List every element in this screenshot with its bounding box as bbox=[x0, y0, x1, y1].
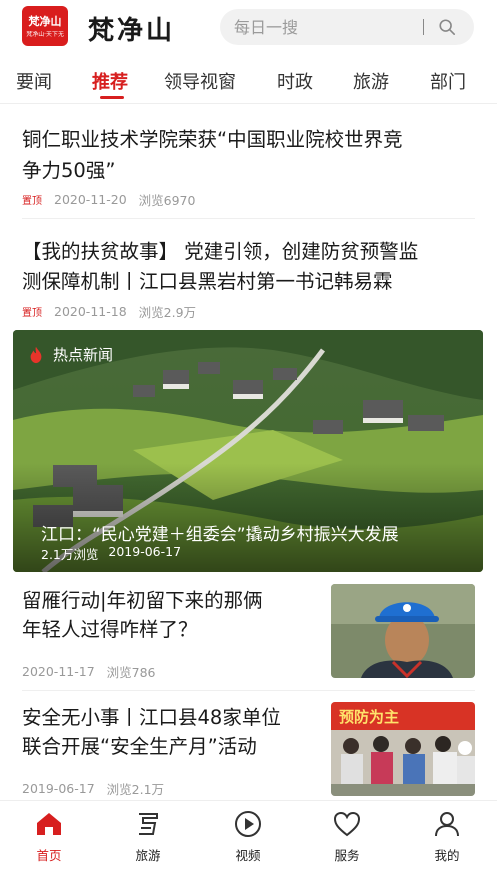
app-header: 梵净山 梵净山·天下无 梵净山 bbox=[0, 0, 497, 56]
bottom-navigation: 首页 旅游 视频 服务 我的 bbox=[0, 800, 497, 883]
heart-icon bbox=[333, 811, 361, 837]
search-input[interactable] bbox=[234, 17, 414, 37]
category-tabs: 要闻 推荐 领导视窗 时政 旅游 部门 bbox=[0, 56, 497, 104]
pinned-badge: 置顶 bbox=[22, 196, 42, 207]
news-title-line: 【我的扶贫故事】 党建引领，创建防贫预警监 bbox=[22, 240, 419, 263]
home-icon bbox=[37, 813, 61, 835]
hot-news-badge: 热点新闻 bbox=[27, 344, 113, 365]
news-meta: 2019-06-17 浏览2.1万 bbox=[22, 779, 164, 798]
app-logo[interactable]: 梵净山 梵净山·天下无 bbox=[22, 6, 68, 46]
flame-icon bbox=[30, 346, 42, 363]
nav-mine[interactable]: 我的 bbox=[412, 809, 482, 864]
divider bbox=[22, 690, 475, 691]
tab-yaowen[interactable]: 要闻 bbox=[16, 68, 52, 94]
tab-bumen[interactable]: 部门 bbox=[430, 68, 466, 94]
news-title-line: 测保障机制丨江口县黑岩村第一书记韩易霖 bbox=[22, 270, 393, 293]
nav-label: 我的 bbox=[434, 848, 460, 863]
news-views: 浏览2.1万 bbox=[106, 782, 165, 797]
news-views: 浏览2.9万 bbox=[138, 305, 197, 320]
hot-news-label: 热点新闻 bbox=[53, 346, 114, 364]
news-title-line: 铜仁职业技术学院荣获“中国职业院校世界竞 bbox=[22, 128, 403, 151]
logo-subtext: 梵净山·天下无 bbox=[26, 30, 64, 37]
news-meta: 置顶 2020-11-18 浏览2.9万 bbox=[22, 302, 196, 321]
tab-shizheng[interactable]: 时政 bbox=[277, 68, 313, 94]
search-divider bbox=[423, 19, 424, 35]
nav-label: 视频 bbox=[235, 848, 261, 863]
pinned-badge: 置顶 bbox=[22, 308, 42, 319]
nav-label: 旅游 bbox=[135, 848, 161, 863]
worker-portrait-image bbox=[331, 584, 475, 678]
news-title-line: 安全无小事丨江口县48家单位 bbox=[22, 706, 281, 729]
news-thumbnail: 预防为主 bbox=[331, 702, 475, 796]
featured-news-meta: 2.1万浏览 2019-06-17 bbox=[41, 544, 181, 563]
tab-lingdao[interactable]: 领导视窗 bbox=[164, 68, 236, 94]
tab-tuijian[interactable]: 推荐 bbox=[92, 68, 128, 94]
active-tab-indicator bbox=[100, 96, 124, 99]
search-bar[interactable] bbox=[220, 9, 474, 45]
news-title-line: 争力50强” bbox=[22, 159, 116, 182]
news-date: 2020-11-18 bbox=[54, 304, 127, 319]
user-icon bbox=[435, 812, 459, 837]
app-title: 梵净山 bbox=[88, 16, 176, 46]
news-title-line: 年轻人过得咋样了？ bbox=[22, 618, 198, 641]
travel-icon bbox=[139, 813, 158, 835]
logo-glyph: 梵净山 bbox=[28, 14, 62, 28]
featured-news-title: 江口：“民心党建＋组委会”撬动乡村振兴大发展 bbox=[41, 525, 399, 545]
nav-travel[interactable]: 旅游 bbox=[113, 809, 183, 864]
tab-lvyou[interactable]: 旅游 bbox=[353, 68, 389, 94]
featured-news-date: 2019-06-17 bbox=[108, 544, 182, 559]
safety-event-image: 预防为主 bbox=[331, 702, 475, 796]
news-views: 浏览6970 bbox=[138, 193, 196, 208]
news-meta: 置顶 2020-11-20 浏览6970 bbox=[22, 190, 195, 209]
news-date: 2020-11-17 bbox=[22, 664, 95, 679]
nav-label: 服务 bbox=[334, 848, 360, 863]
news-thumbnail bbox=[331, 584, 475, 678]
search-icon[interactable] bbox=[438, 18, 456, 36]
nav-home[interactable]: 首页 bbox=[14, 809, 84, 864]
news-views: 浏览786 bbox=[106, 665, 156, 680]
news-date: 2019-06-17 bbox=[22, 781, 95, 796]
nav-video[interactable]: 视频 bbox=[213, 809, 283, 864]
divider bbox=[22, 218, 475, 219]
featured-news-views: 2.1万浏览 bbox=[41, 547, 99, 562]
banner-text: 预防为主 bbox=[339, 708, 399, 726]
nav-service[interactable]: 服务 bbox=[312, 809, 382, 864]
news-date: 2020-11-20 bbox=[54, 192, 127, 207]
news-title-line: 留雁行动|年初留下来的那俩 bbox=[22, 589, 263, 612]
news-title-line: 联合开展“安全生产月”活动 bbox=[22, 735, 257, 758]
nav-label: 首页 bbox=[36, 848, 62, 863]
play-icon bbox=[235, 811, 261, 837]
featured-news-card[interactable]: 热点新闻 江口：“民心党建＋组委会”撬动乡村振兴大发展 2.1万浏览 2019-… bbox=[13, 330, 483, 572]
news-meta: 2020-11-17 浏览786 bbox=[22, 662, 156, 681]
